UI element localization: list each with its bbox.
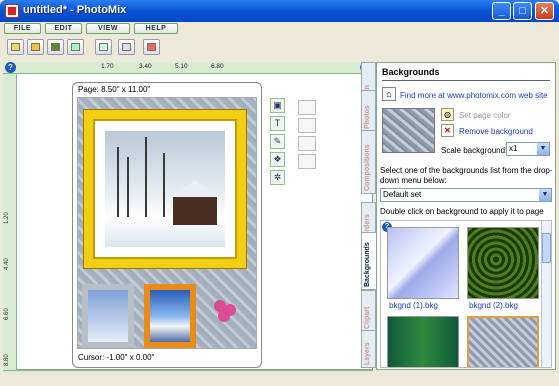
align-middle-icon[interactable] bbox=[298, 118, 316, 133]
remove-icon[interactable]: ✕ bbox=[441, 124, 454, 137]
home-icon[interactable]: ⌂ bbox=[382, 87, 396, 101]
image-tool-icon[interactable]: ▣ bbox=[270, 98, 285, 113]
cursor-position: Cursor: -1.00" x 0.00" bbox=[78, 353, 155, 362]
background-caption[interactable]: bkgnd (2).bkg bbox=[469, 301, 518, 310]
save-icon[interactable] bbox=[47, 39, 64, 55]
ruler-mark: 1.70 bbox=[101, 63, 114, 70]
panel-title: Backgrounds bbox=[382, 67, 440, 77]
new-icon[interactable] bbox=[7, 39, 24, 55]
background-thumb[interactable] bbox=[387, 316, 459, 367]
page-background[interactable] bbox=[77, 97, 257, 349]
silver-photo-frame[interactable] bbox=[82, 284, 134, 348]
vertical-ruler: 1.20 4.40 6.60 8.80 bbox=[3, 74, 17, 370]
align-left-icon[interactable] bbox=[298, 154, 316, 169]
open-icon[interactable] bbox=[27, 39, 44, 55]
background-caption[interactable]: bkgnd (1).bkg bbox=[389, 301, 438, 310]
menu-help[interactable]: HELP bbox=[134, 23, 178, 34]
print-icon[interactable] bbox=[67, 39, 84, 55]
ruler-mark: 6.80 bbox=[211, 63, 224, 70]
instructions-text: Select one of the backgrounds list from … bbox=[380, 166, 553, 185]
window-title: untitled* - PhotoMix bbox=[23, 4, 127, 16]
align-top-icon[interactable] bbox=[298, 100, 316, 115]
scale-label: Scale background: bbox=[441, 146, 508, 155]
background-thumb[interactable] bbox=[467, 316, 539, 367]
background-thumb[interactable] bbox=[467, 227, 539, 299]
apply-instructions: Double click on background to apply it t… bbox=[380, 207, 544, 216]
effects-tool-icon[interactable]: ✲ bbox=[270, 170, 285, 185]
house-image bbox=[167, 181, 223, 225]
paint-bucket-icon[interactable]: ◍ bbox=[441, 108, 454, 121]
tab-compositions[interactable]: Compositions bbox=[361, 130, 376, 194]
ruler-mark: 5.10 bbox=[175, 63, 188, 70]
minimize-button[interactable]: _ bbox=[492, 2, 511, 20]
tab-layers[interactable]: Layers bbox=[361, 330, 376, 368]
background-set-select[interactable]: Default set ▼ bbox=[380, 188, 552, 202]
remove-background-link[interactable]: Remove background bbox=[459, 127, 533, 136]
undo-icon[interactable] bbox=[95, 39, 112, 55]
help-icon[interactable] bbox=[143, 39, 160, 55]
title-bar: untitled* - PhotoMix _ □ ✕ bbox=[0, 0, 559, 22]
ruler-mark: 3.40 bbox=[139, 63, 152, 70]
set-page-color-link[interactable]: Set page color bbox=[459, 111, 511, 120]
page-size-label: Page: 8.50" x 11.00" bbox=[78, 85, 151, 94]
winter-photo[interactable] bbox=[105, 131, 225, 247]
orange-photo-frame[interactable] bbox=[144, 284, 196, 348]
scale-select[interactable]: x1 ▼ bbox=[506, 142, 550, 156]
toolbar bbox=[3, 37, 556, 58]
menu-view[interactable]: VIEW bbox=[86, 23, 130, 34]
background-thumb[interactable] bbox=[387, 227, 459, 299]
redo-icon[interactable] bbox=[118, 39, 135, 55]
help-icon[interactable]: ? bbox=[5, 62, 16, 73]
ruler-mark: 4.40 bbox=[4, 258, 10, 270]
color-tool-icon[interactable]: ❖ bbox=[270, 152, 285, 167]
background-grid[interactable]: ? bkgnd (1).bkg bkgnd (2).bkg bbox=[380, 220, 552, 368]
vertical-scrollbar[interactable] bbox=[541, 221, 551, 367]
ruler-mark: 1.20 bbox=[4, 212, 10, 224]
tab-photos[interactable]: Photos bbox=[361, 90, 376, 132]
horizontal-ruler: ? 1.70 3.40 5.10 6.80 bbox=[3, 62, 373, 74]
menu-file[interactable]: FILE bbox=[4, 23, 41, 34]
ruler-mark: 6.60 bbox=[4, 308, 10, 320]
current-background-preview bbox=[382, 108, 435, 153]
tab-backgrounds[interactable]: Backgrounds bbox=[361, 232, 376, 290]
find-more-link[interactable]: Find more at www.photomix.com web site bbox=[400, 91, 548, 100]
paint-tool-icon[interactable]: ✎ bbox=[270, 134, 285, 149]
chevron-down-icon[interactable]: ▼ bbox=[539, 189, 551, 201]
scroll-thumb[interactable] bbox=[542, 233, 551, 263]
ruler-mark: 8.80 bbox=[4, 354, 10, 366]
menu-edit[interactable]: EDIT bbox=[45, 23, 82, 34]
flower-clipart[interactable] bbox=[210, 298, 240, 328]
text-tool-icon[interactable]: T bbox=[270, 116, 285, 131]
close-button[interactable]: ✕ bbox=[535, 2, 554, 20]
side-tabs: Main Photos Compositions Borders Backgro… bbox=[361, 62, 376, 370]
app-icon bbox=[5, 4, 19, 18]
menu-bar: FILE EDIT VIEW HELP bbox=[3, 22, 556, 35]
page[interactable]: Page: 8.50" x 11.00" Cursor: -1.00" x 0.… bbox=[72, 82, 262, 368]
status-bar bbox=[3, 372, 556, 384]
backgrounds-panel: Backgrounds ⌂ Find more at www.photomix.… bbox=[376, 62, 556, 370]
align-bottom-icon[interactable] bbox=[298, 136, 316, 151]
tab-clipart[interactable]: Clipart bbox=[361, 290, 376, 332]
divider bbox=[382, 80, 550, 81]
winter-photo-frame[interactable] bbox=[84, 110, 246, 268]
maximize-button[interactable]: □ bbox=[513, 2, 532, 20]
chevron-down-icon[interactable]: ▼ bbox=[537, 143, 549, 155]
